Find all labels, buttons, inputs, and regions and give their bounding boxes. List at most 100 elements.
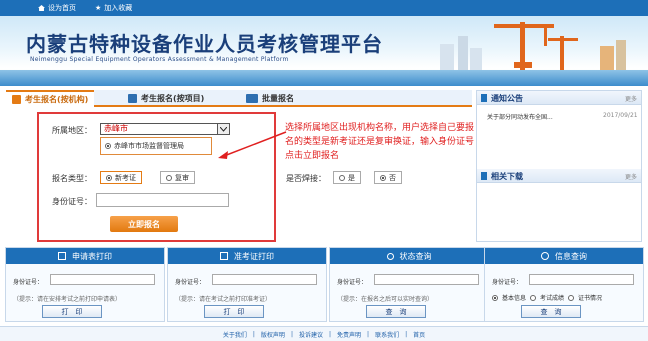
star-icon: ★ [95, 4, 102, 12]
search-icon [386, 252, 394, 260]
site-subtitle: Neimenggu Special Equipment Operators As… [30, 56, 289, 63]
notice-title: 通知公告 [491, 94, 523, 103]
type-new-option[interactable]: 新考证 [100, 171, 142, 184]
notice-header: 通知公告 更多 [477, 91, 641, 105]
id-label: 身份证号： [175, 279, 206, 286]
add-favorite-label: 加入收藏 [104, 4, 133, 12]
weld-no-label: 否 [389, 173, 396, 182]
admission-print-panel: 准考证打印 身份证号： （提示：请在考试之前打印准考证） 打 印 [167, 247, 327, 322]
panel-title: 信息查询 [555, 251, 587, 261]
query-type-options: 基本信息 考试成绩 证书情况 [492, 293, 602, 302]
chevron-down-icon[interactable] [217, 123, 230, 135]
type-new-radio[interactable] [106, 174, 112, 181]
downloads-title: 相关下载 [491, 172, 523, 181]
org-radio[interactable] [105, 143, 111, 149]
id-number-input[interactable] [96, 193, 229, 207]
bullet-icon [481, 94, 487, 102]
add-favorite-link[interactable]: ★ 加入收藏 [95, 3, 132, 13]
folder-icon [246, 94, 258, 103]
tab-register-by-org[interactable]: 考生报名(按机构) [6, 90, 95, 107]
registration-tabbar: 考生报名(按机构) 考生报名(按项目) 批量报名 [6, 90, 472, 107]
weld-label: 是否焊接： [286, 174, 326, 183]
query-button[interactable]: 查 询 [366, 305, 426, 318]
footer-link-contact[interactable]: 联系我们 [375, 330, 399, 339]
downloads-more-link[interactable]: 更多 [625, 172, 637, 181]
type-renew-radio[interactable] [166, 174, 172, 181]
hint-text: （提示：在报名之后可以实时查询） [337, 296, 434, 303]
region-label: 所属地区： [52, 126, 92, 135]
print-button[interactable]: 打 印 [204, 305, 264, 318]
panel-title: 申请表打印 [72, 251, 112, 261]
footer-link-disclaimer[interactable]: 免责声明 [337, 330, 361, 339]
site-title: 内蒙古特种设备作业人员考核管理平台 [26, 32, 383, 56]
notice-item-date: 2017/09/21 [603, 112, 638, 119]
tab-label: 批量报名 [262, 94, 294, 103]
application-print-panel: 申请表打印 身份证号： （提示：请在安排考试之前打印申请表） 打 印 [5, 247, 165, 322]
info-query-panel: 信息查询 身份证号： 基本信息 考试成绩 证书情况 查 询 [484, 247, 644, 322]
id-label: 身份证号： [337, 279, 368, 286]
tab-batch-register[interactable]: 批量报名 [246, 90, 294, 107]
org-option[interactable]: 赤峰市市场监督管理局 [100, 137, 212, 155]
tab-register-by-project[interactable]: 考生报名(按项目) [128, 90, 204, 107]
query-button[interactable]: 查 询 [521, 305, 581, 318]
type-renew-option[interactable]: 复审 [160, 171, 195, 184]
list-icon [58, 252, 66, 260]
footer-link-copyright[interactable]: 版权声明 [261, 330, 285, 339]
panel-title: 准考证打印 [234, 251, 274, 261]
tab-label: 考生报名(按项目) [141, 94, 205, 103]
weld-no-option[interactable]: 否 [374, 171, 402, 184]
exam-score-label: 考试成绩 [540, 295, 565, 302]
id-label: 身份证号： [13, 279, 44, 286]
panel-header: 申请表打印 [6, 248, 164, 264]
panel-header: 信息查询 [485, 248, 643, 264]
panel-header: 状态查询 [330, 248, 488, 264]
certificate-label: 证书情况 [578, 295, 603, 302]
hint-text: （提示：请在考试之前打印准考证） [175, 296, 272, 303]
weld-yes-radio[interactable] [339, 174, 345, 181]
side-panel: 通知公告 更多 关于部分同动发布全国... 2017/09/21 相关下载 更多 [476, 90, 642, 242]
form-icon [12, 95, 21, 104]
id-number-input[interactable] [212, 274, 317, 285]
type-label: 报名类型： [52, 174, 92, 183]
footer-link-complaint[interactable]: 投诉建议 [299, 330, 323, 339]
bullet-icon [481, 172, 487, 180]
type-new-label: 新考证 [115, 173, 136, 182]
home-icon [38, 5, 45, 11]
ticket-icon [220, 252, 228, 260]
id-number-input[interactable] [50, 274, 155, 285]
tab-label: 考生报名(按机构) [25, 95, 89, 104]
banner: 内蒙古特种设备作业人员考核管理平台 Neimenggu Special Equi… [0, 16, 648, 86]
id-number-input[interactable] [529, 274, 634, 285]
certificate-radio[interactable] [568, 294, 575, 301]
info-icon [541, 252, 549, 260]
footer-link-home[interactable]: 首页 [413, 330, 425, 339]
exam-score-radio[interactable] [530, 294, 537, 301]
set-home-link[interactable]: 设为首页 [38, 3, 76, 13]
downloads-header: 相关下载 更多 [477, 169, 641, 183]
print-button[interactable]: 打 印 [42, 305, 102, 318]
hint-text: （提示：请在安排考试之前打印申请表） [13, 296, 122, 303]
basic-info-label: 基本信息 [502, 295, 527, 302]
basic-info-radio[interactable] [492, 294, 498, 301]
id-label: 身份证号： [52, 197, 92, 206]
weld-no-radio[interactable] [380, 174, 386, 181]
register-button[interactable]: 立即报名 [110, 216, 178, 232]
org-label: 赤峰市市场监督管理局 [114, 142, 184, 150]
weld-yes-label: 是 [348, 173, 355, 182]
type-renew-label: 复审 [175, 173, 189, 182]
status-query-panel: 状态查询 身份证号： （提示：在报名之后可以实时查询） 查 询 [329, 247, 489, 322]
region-select[interactable]: 赤峰市 [100, 123, 230, 135]
annotation-text: 选择所属地区出现机构名称，用户选择自己要报名的类型是新考证还是复审换证，输入身份… [285, 123, 475, 161]
top-bar: 设为首页 ★ 加入收藏 [0, 0, 648, 16]
notice-more-link[interactable]: 更多 [625, 94, 637, 103]
id-label: 身份证号： [492, 279, 523, 286]
banner-wave [0, 70, 648, 86]
panel-header: 准考证打印 [168, 248, 326, 264]
weld-yes-option[interactable]: 是 [333, 171, 361, 184]
footer-link-about[interactable]: 关于我们 [223, 330, 247, 339]
id-number-input[interactable] [374, 274, 479, 285]
document-icon [128, 94, 137, 103]
panel-title: 状态查询 [399, 251, 432, 261]
footer: 关于我们 | 版权声明 | 投诉建议 | 免责声明 | 联系我们 | 首页 [0, 326, 648, 341]
notice-item-text[interactable]: 关于部分同动发布全国... [487, 112, 553, 121]
